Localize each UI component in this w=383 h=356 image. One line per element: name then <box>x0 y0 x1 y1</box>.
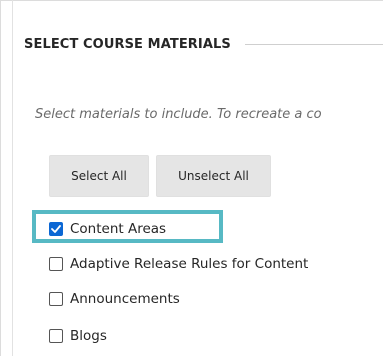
select-all-button[interactable]: Select All <box>49 155 149 197</box>
checkmark-icon <box>51 225 61 233</box>
option-content-areas[interactable]: Content Areas <box>32 216 166 242</box>
instructions-text: Select materials to include. To recreate… <box>35 107 322 122</box>
option-label: Adaptive Release Rules for Content <box>70 256 309 272</box>
option-blogs[interactable]: Blogs <box>32 323 107 349</box>
option-adaptive-release-rules[interactable]: Adaptive Release Rules for Content <box>32 251 308 277</box>
unselect-all-button[interactable]: Unselect All <box>156 155 271 197</box>
option-label: Blogs <box>70 328 107 344</box>
option-label: Announcements <box>70 291 180 307</box>
content-areas-checkbox[interactable] <box>49 222 63 236</box>
section-header: SELECT COURSE MATERIALS <box>24 34 383 54</box>
option-announcements[interactable]: Announcements <box>32 286 180 312</box>
section-divider <box>244 43 383 45</box>
blogs-checkbox[interactable] <box>49 329 63 343</box>
announcements-checkbox[interactable] <box>49 292 63 306</box>
option-label: Content Areas <box>70 221 167 237</box>
adaptive-release-rules-checkbox[interactable] <box>49 257 63 271</box>
section-title: SELECT COURSE MATERIALS <box>24 36 231 52</box>
